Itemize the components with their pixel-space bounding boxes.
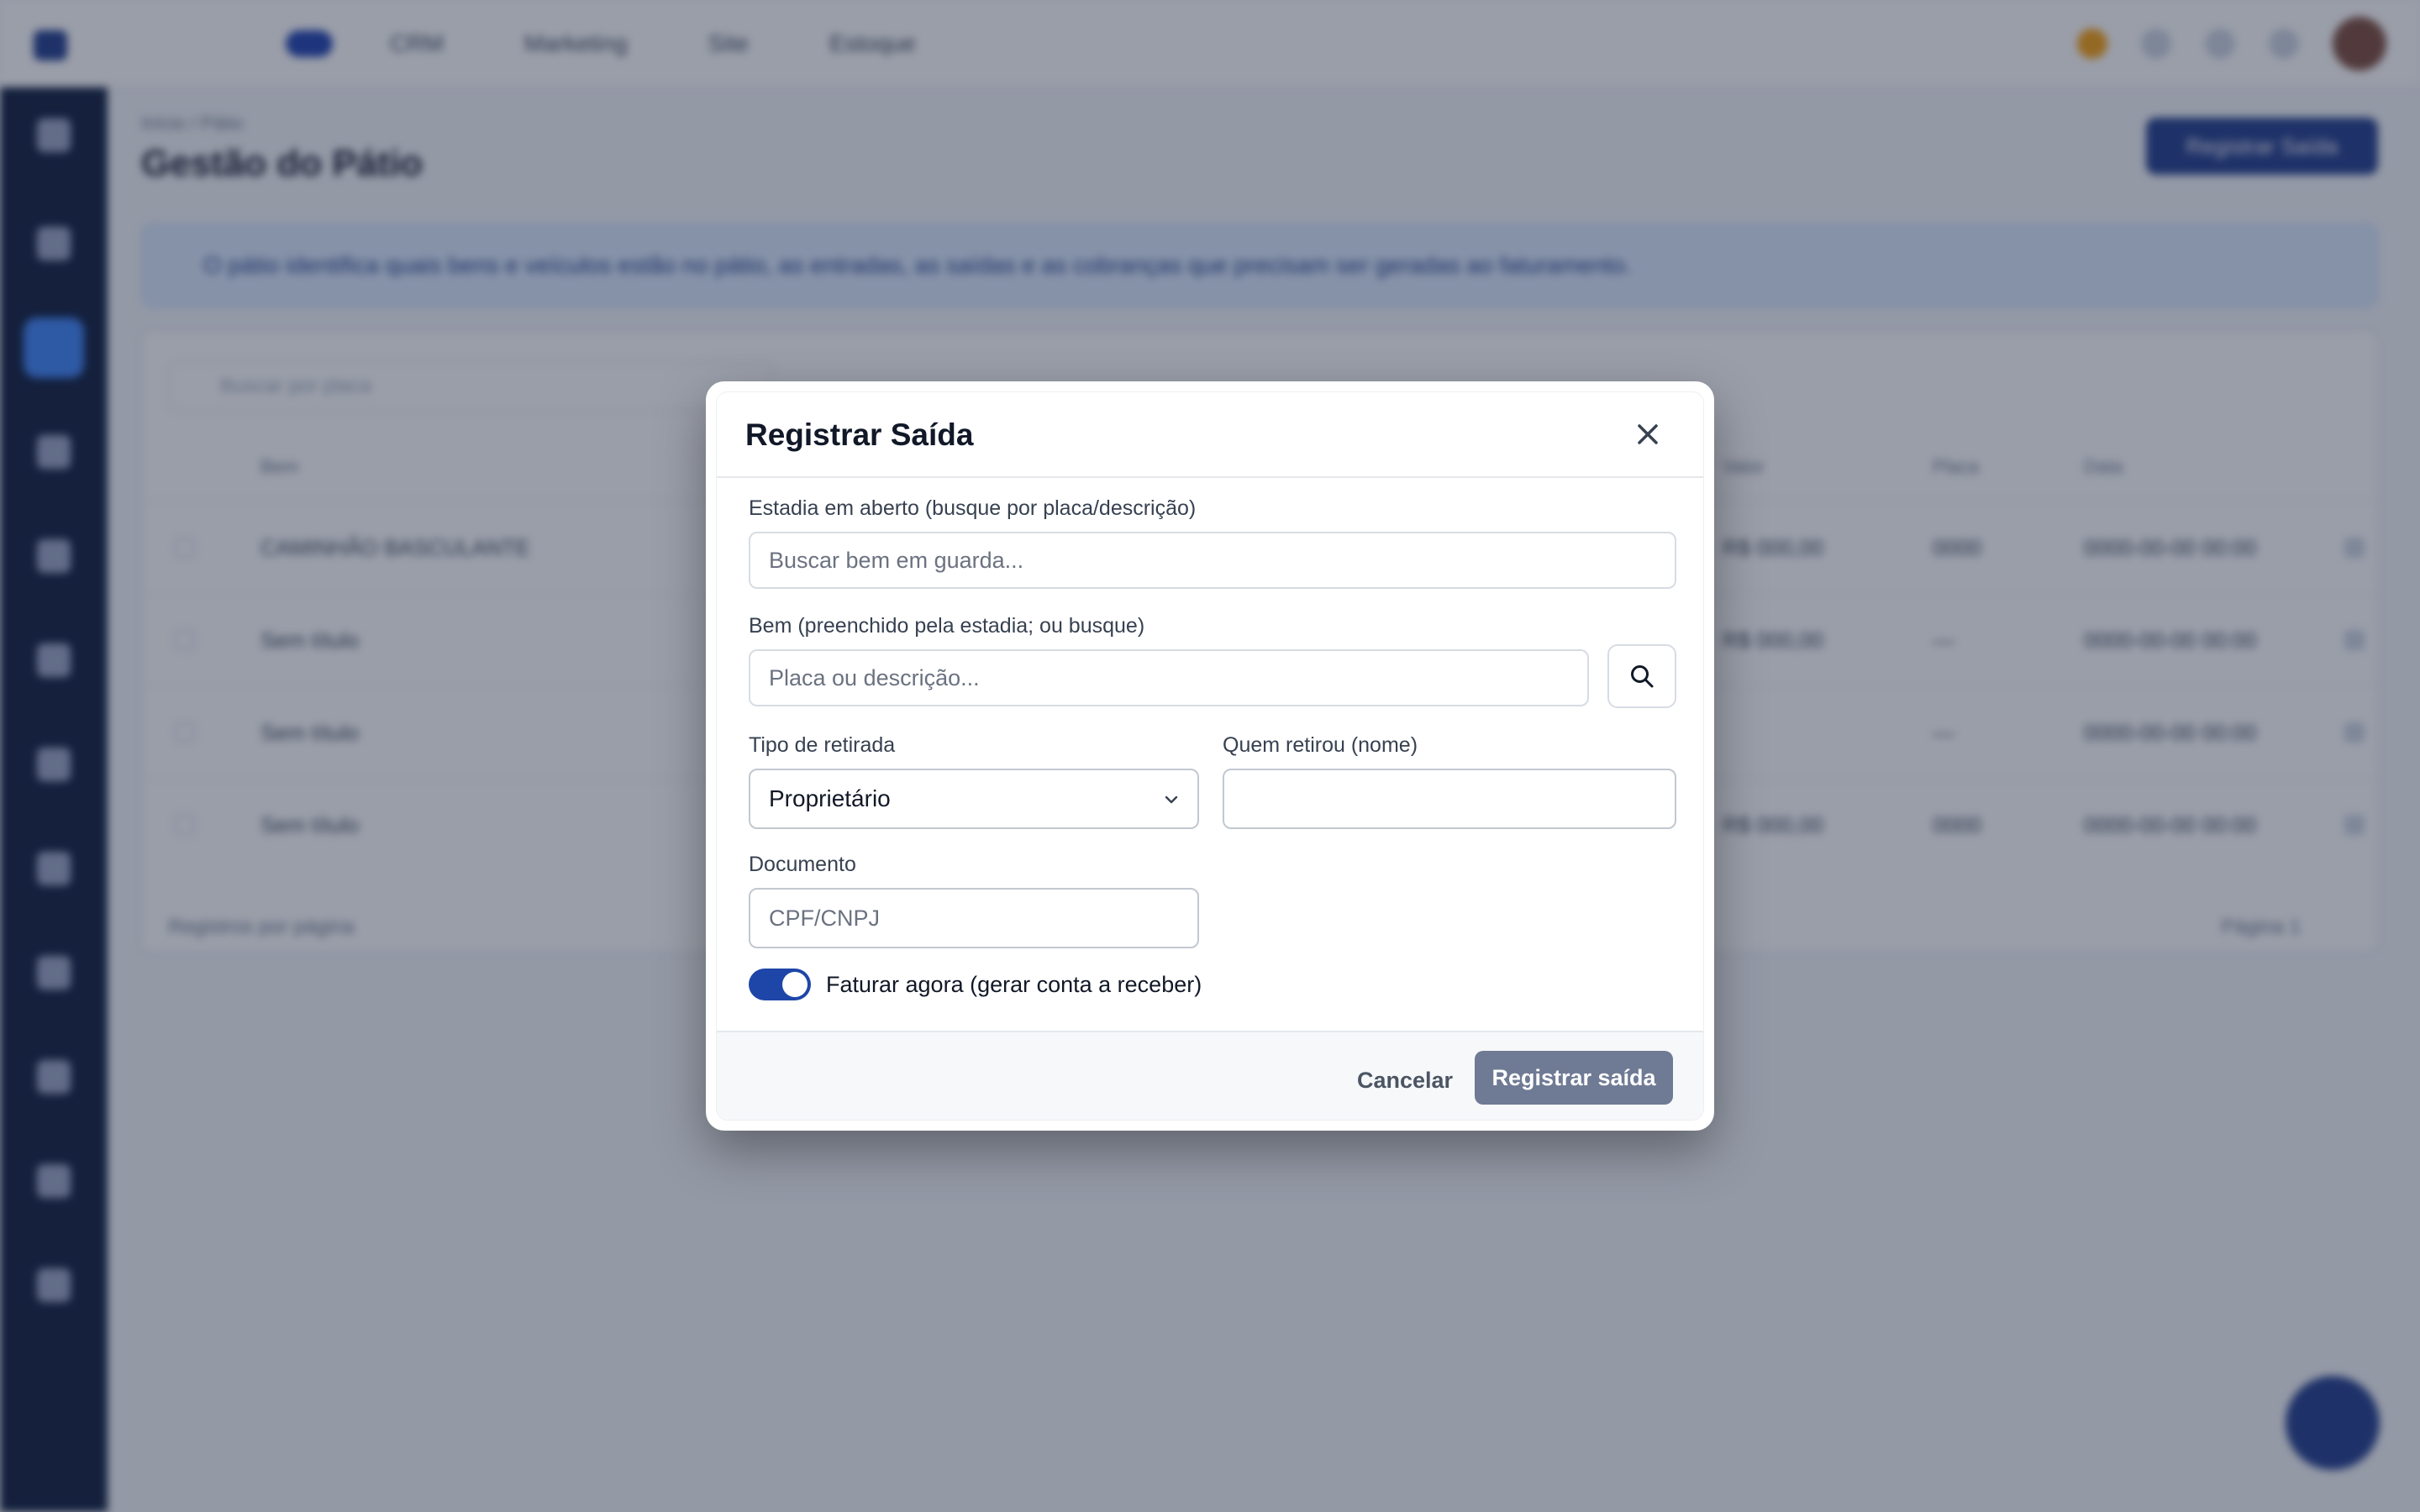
- chevron-down-icon: [1165, 795, 1178, 804]
- modal-panel: Registrar Saída Estadia em aberto (busqu…: [716, 391, 1704, 1121]
- asset-search-button[interactable]: [1607, 644, 1676, 708]
- cancel-button[interactable]: Cancelar: [1340, 1054, 1470, 1106]
- toggle-knob: [782, 972, 808, 997]
- withdrawn-by-input[interactable]: [1223, 769, 1676, 829]
- modal-header: Registrar Saída: [717, 392, 1703, 478]
- withdrawn-by-label: Quem retirou (nome): [1223, 733, 1418, 757]
- close-button[interactable]: [1629, 416, 1666, 453]
- invoice-toggle-row: Faturar agora (gerar conta a receber): [749, 969, 1202, 1000]
- document-input[interactable]: [749, 888, 1199, 948]
- stay-field-label: Estadia em aberto (busque por placa/desc…: [749, 496, 1197, 520]
- asset-search-input[interactable]: [749, 649, 1589, 706]
- invoice-toggle-label: Faturar agora (gerar conta a receber): [826, 971, 1202, 997]
- asset-field-label: Bem (preenchido pela estadia; ou busque): [749, 614, 1145, 638]
- invoice-toggle[interactable]: [749, 969, 811, 1000]
- withdrawal-type-label: Tipo de retirada: [749, 733, 896, 757]
- modal-footer: Cancelar Registrar saída: [717, 1031, 1703, 1120]
- register-exit-button[interactable]: Registrar saída: [1475, 1051, 1673, 1105]
- modal-title: Registrar Saída: [745, 417, 974, 452]
- stay-search-input[interactable]: [749, 532, 1676, 589]
- document-label: Documento: [749, 853, 856, 876]
- withdrawal-type-select[interactable]: Proprietário: [749, 769, 1199, 829]
- close-icon: [1638, 424, 1658, 444]
- search-icon: [1631, 665, 1654, 688]
- withdrawal-type-value: Proprietário: [769, 785, 891, 811]
- register-exit-modal: Registrar Saída Estadia em aberto (busqu…: [706, 381, 1714, 1131]
